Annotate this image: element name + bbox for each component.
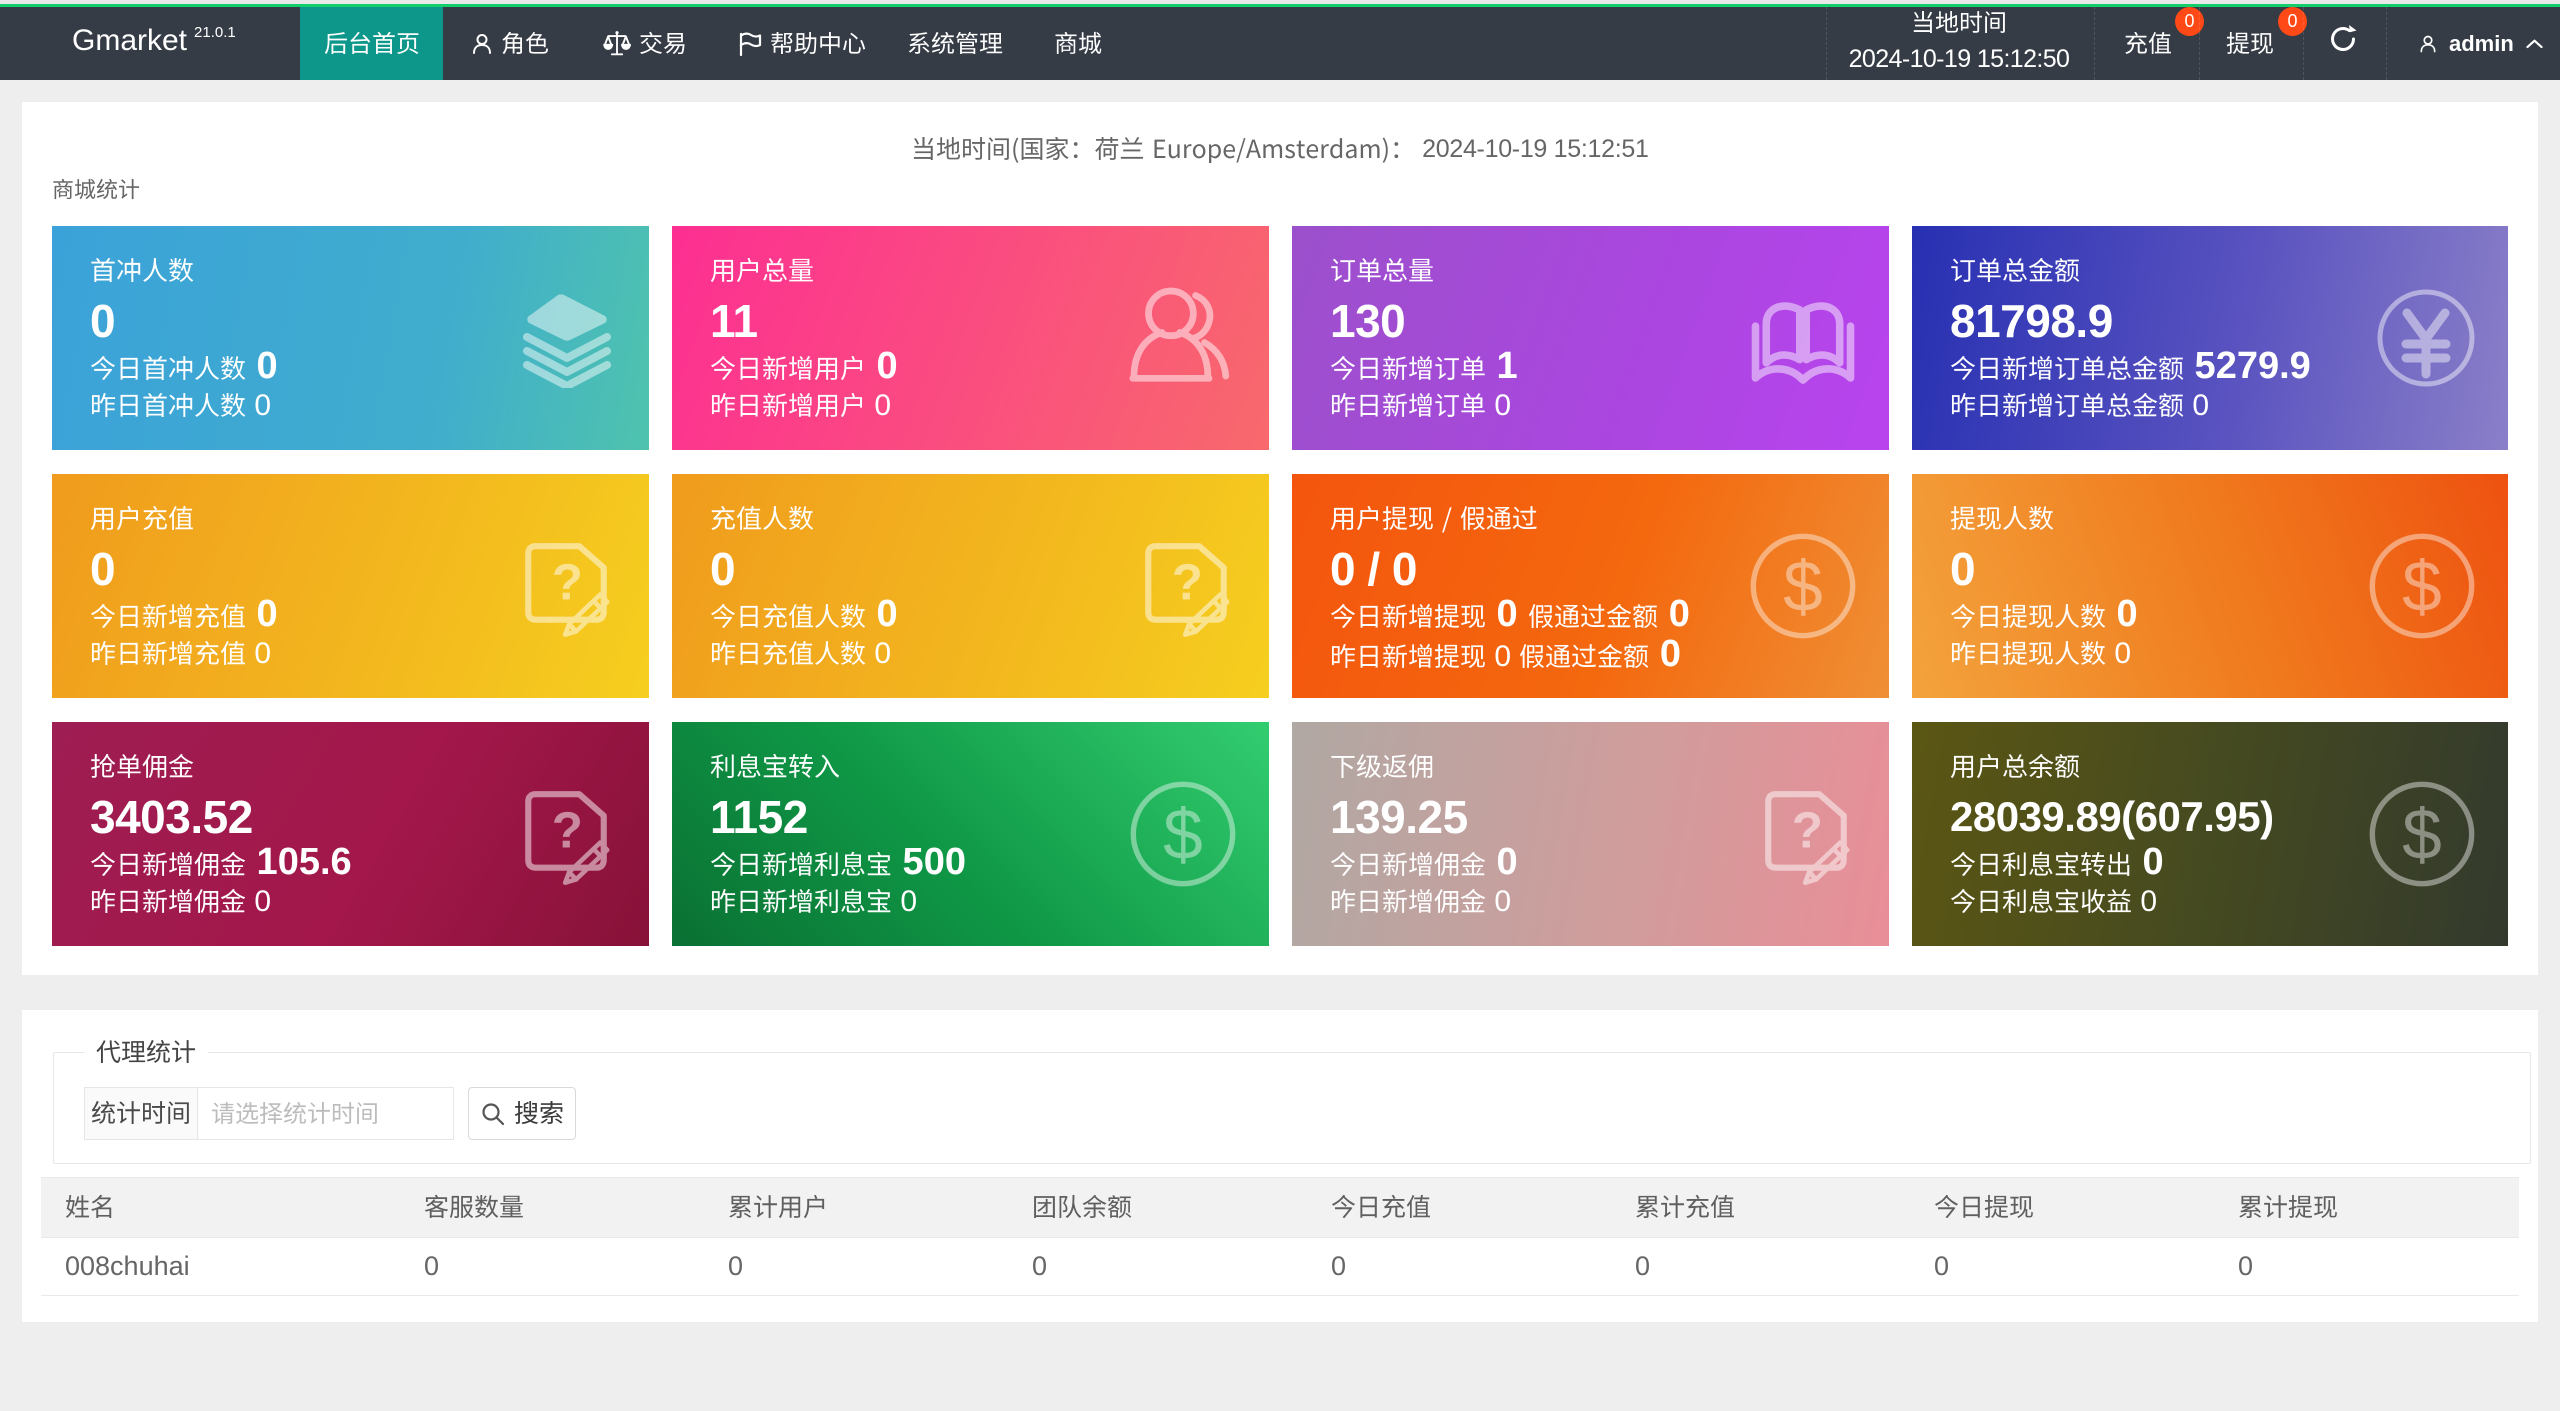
svg-text:?: ? <box>1792 801 1823 858</box>
svg-text:$: $ <box>2402 547 2442 627</box>
svg-text:?: ? <box>552 801 583 858</box>
svg-text:$: $ <box>1163 795 1203 875</box>
svg-text:?: ? <box>1172 553 1203 610</box>
svg-text:$: $ <box>2402 795 2442 875</box>
svg-text:?: ? <box>552 553 583 610</box>
svg-text:$: $ <box>1783 547 1823 627</box>
